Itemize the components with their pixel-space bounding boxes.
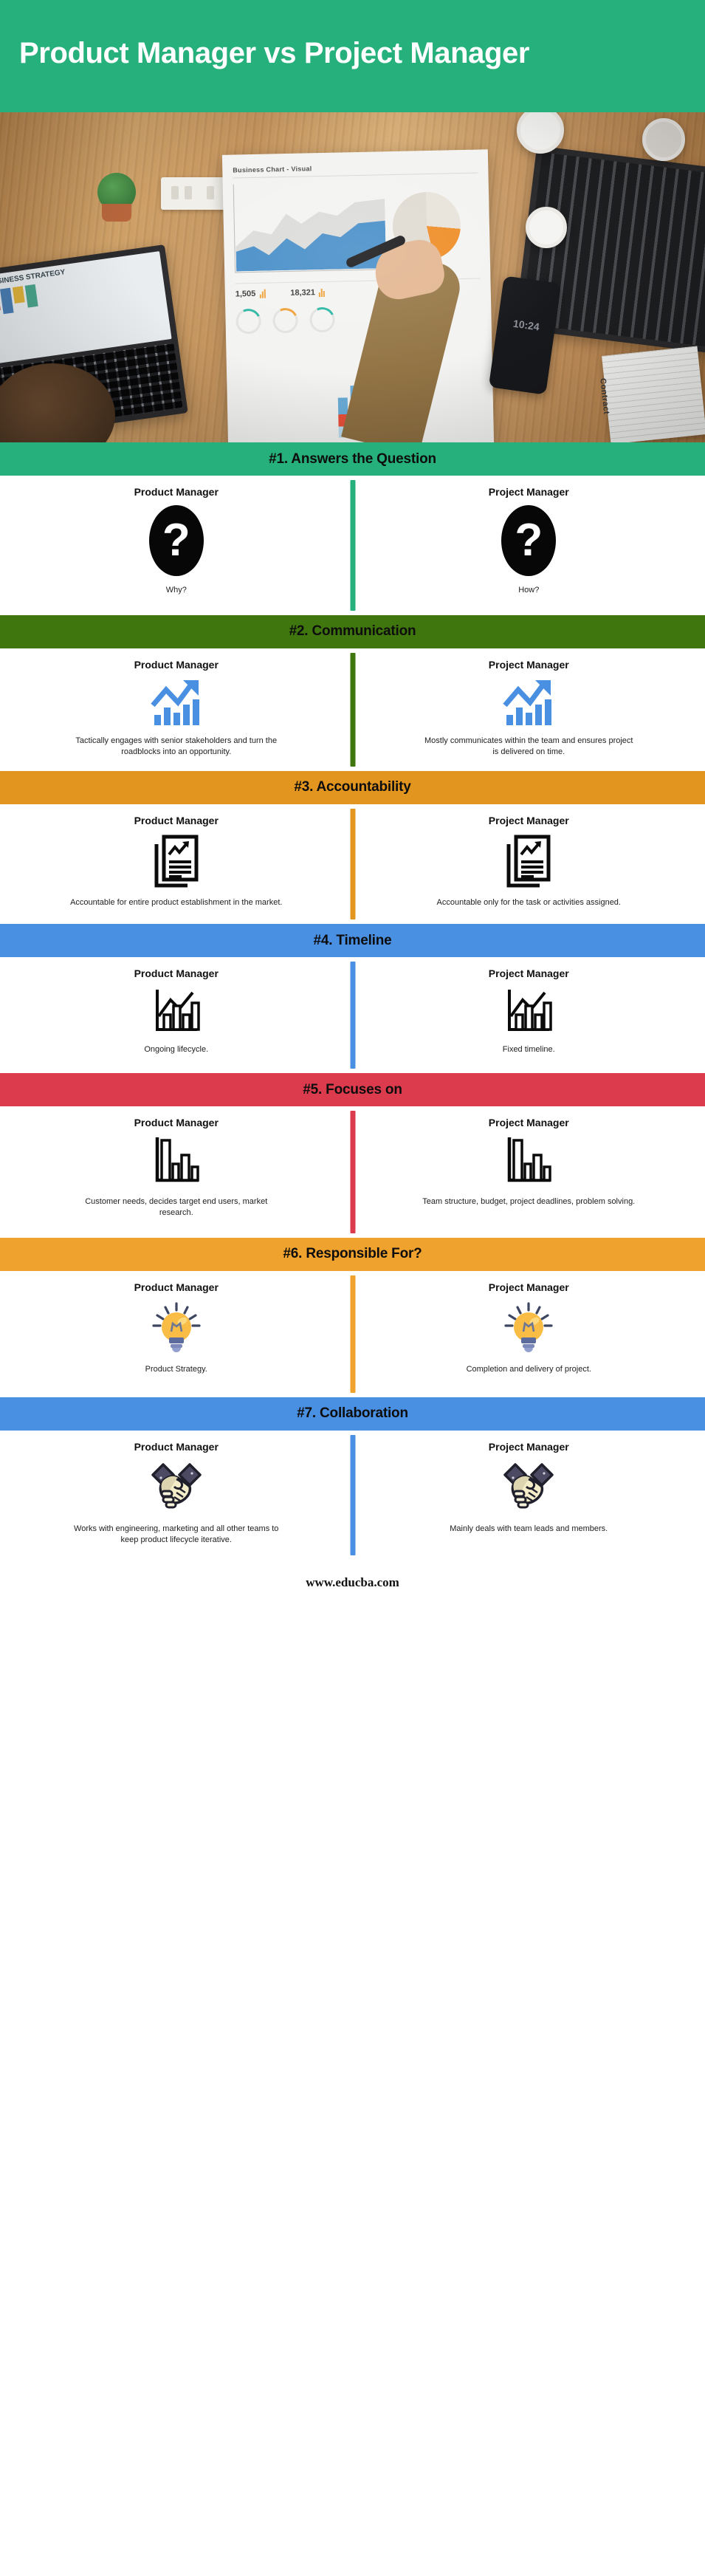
section-band-2: #2. Communication bbox=[0, 614, 705, 648]
description-project-4: Fixed timeline. bbox=[502, 1045, 555, 1055]
role-label-product-4: Product Manager bbox=[134, 967, 219, 980]
section-divider-4 bbox=[350, 962, 355, 1069]
site-url: www.educba.com bbox=[306, 1575, 399, 1590]
project-manager-column-2: Project Manager Mostly communicates with… bbox=[353, 659, 705, 758]
project-manager-column-1: Project Manager ? How? bbox=[353, 486, 705, 596]
bar-line-chart-icon bbox=[151, 987, 202, 1035]
report-document-icon bbox=[154, 834, 199, 888]
section-compare-1: Product Manager ? Why? Project Manager ?… bbox=[0, 476, 705, 615]
infographic-page: Product Manager vs Project Manager BUSIN… bbox=[0, 0, 705, 2576]
role-label-product-1: Product Manager bbox=[134, 486, 219, 498]
description-project-7: Mainly deals with team leads and members… bbox=[450, 1524, 608, 1533]
section-title-7: #7. Collaboration bbox=[297, 1405, 408, 1422]
project-manager-column-4: Project Manager Fixed timeline. bbox=[353, 967, 705, 1055]
section-title-6: #6. Responsible For? bbox=[283, 1246, 422, 1262]
section-compare-5: Product Manager Customer needs, decides … bbox=[0, 1106, 705, 1238]
section-title-1: #1. Answers the Question bbox=[269, 451, 436, 467]
description-project-6: Completion and delivery of project. bbox=[466, 1364, 591, 1374]
description-project-3: Accountable only for the task or activit… bbox=[436, 897, 621, 907]
section-compare-2: Product Manager Tactically engages with … bbox=[0, 648, 705, 771]
section-divider-2 bbox=[350, 652, 355, 767]
photo-vignette bbox=[0, 112, 705, 442]
bar-line-chart-icon bbox=[503, 987, 554, 1035]
description-project-5: Team structure, budget, project deadline… bbox=[422, 1197, 636, 1207]
question-mark-icon: ? bbox=[501, 505, 557, 576]
role-label-project-6: Project Manager bbox=[488, 1281, 569, 1293]
description-product-1: Why? bbox=[165, 586, 187, 595]
role-label-product-2: Product Manager bbox=[134, 658, 219, 671]
product-manager-column-4: Product Manager Ongoing lifecycle. bbox=[0, 967, 353, 1055]
role-label-product-7: Product Manager bbox=[134, 1440, 219, 1453]
footer: www.educba.com bbox=[0, 1560, 705, 1606]
section-compare-7: Product Manager Works with engineering, … bbox=[0, 1430, 705, 1561]
section-band-7: #7. Collaboration bbox=[0, 1397, 705, 1431]
report-document-icon bbox=[506, 834, 551, 888]
descending-bar-chart-icon bbox=[503, 1136, 554, 1188]
section-band-5: #5. Focuses on bbox=[0, 1073, 705, 1107]
section-band-1: #1. Answers the Question bbox=[0, 442, 705, 476]
description-product-5: Customer needs, decides target end users… bbox=[85, 1197, 268, 1218]
hero-photo: BUSINESS STRATEGY Business Chart - Visua… bbox=[0, 112, 705, 442]
section-compare-6: Product Manager Product Strategy. Projec… bbox=[0, 1270, 705, 1397]
project-manager-column-5: Project Manager Team structure, budget, … bbox=[353, 1117, 705, 1219]
descending-bar-chart-icon bbox=[151, 1136, 202, 1188]
description-product-3: Accountable for entire product establish… bbox=[70, 897, 283, 907]
description-project-2: Mostly communicates within the team and … bbox=[424, 736, 633, 756]
role-label-project-2: Project Manager bbox=[488, 658, 569, 671]
growth-arrow-chart-icon bbox=[150, 678, 203, 727]
description-product-4: Ongoing lifecycle. bbox=[144, 1045, 209, 1055]
section-title-3: #3. Accountability bbox=[294, 779, 411, 795]
role-label-project-3: Project Manager bbox=[488, 814, 569, 826]
description-product-6: Product Strategy. bbox=[145, 1364, 207, 1374]
section-compare-4: Product Manager Ongoing lifecycle. Proje… bbox=[0, 957, 705, 1074]
section-title-2: #2. Communication bbox=[289, 623, 416, 640]
role-label-project-1: Project Manager bbox=[488, 486, 569, 498]
description-product-7: Works with engineering, marketing and al… bbox=[74, 1524, 279, 1544]
product-manager-column-1: Product Manager ? Why? bbox=[0, 486, 353, 596]
lightbulb-icon bbox=[503, 1301, 554, 1355]
product-manager-column-7: Product Manager Works with engineering, … bbox=[0, 1441, 353, 1546]
growth-arrow-chart-icon bbox=[502, 678, 555, 727]
lightbulb-icon bbox=[151, 1301, 202, 1355]
section-band-3: #3. Accountability bbox=[0, 770, 705, 804]
product-manager-column-3: Product Manager Accountable for entire p… bbox=[0, 815, 353, 908]
section-divider-5 bbox=[350, 1111, 355, 1233]
page-title: Product Manager vs Project Manager bbox=[19, 37, 530, 70]
section-compare-3: Product Manager Accountable for entire p… bbox=[0, 804, 705, 925]
role-label-product-5: Product Manager bbox=[134, 1117, 219, 1129]
role-label-project-5: Project Manager bbox=[488, 1117, 569, 1129]
description-project-1: How? bbox=[518, 586, 540, 595]
role-label-product-3: Product Manager bbox=[134, 814, 219, 826]
product-manager-column-6: Product Manager Product Strategy. bbox=[0, 1281, 353, 1375]
role-label-project-4: Project Manager bbox=[488, 967, 569, 980]
title-banner: Product Manager vs Project Manager bbox=[0, 0, 705, 112]
project-manager-column-3: Project Manager Accountable only for the… bbox=[353, 815, 705, 908]
question-mark-icon: ? bbox=[148, 505, 204, 576]
section-title-5: #5. Focuses on bbox=[303, 1081, 402, 1097]
section-divider-6 bbox=[350, 1275, 355, 1393]
role-label-product-6: Product Manager bbox=[134, 1281, 219, 1293]
section-band-6: #6. Responsible For? bbox=[0, 1237, 705, 1271]
project-manager-column-6: Project Manager Completion and delivery … bbox=[353, 1281, 705, 1375]
product-manager-column-5: Product Manager Customer needs, decides … bbox=[0, 1117, 353, 1219]
section-band-4: #4. Timeline bbox=[0, 924, 705, 958]
project-manager-column-7: Project Manager Mainly deals with team l… bbox=[353, 1441, 705, 1546]
section-divider-1 bbox=[350, 480, 355, 611]
role-label-project-7: Project Manager bbox=[488, 1440, 569, 1453]
handshake-icon bbox=[148, 1460, 204, 1515]
product-manager-column-2: Product Manager Tactically engages with … bbox=[0, 659, 353, 758]
handshake-icon bbox=[501, 1460, 557, 1515]
section-divider-3 bbox=[350, 808, 355, 920]
description-product-2: Tactically engages with senior stakehold… bbox=[75, 736, 278, 756]
section-title-4: #4. Timeline bbox=[313, 932, 392, 948]
section-divider-7 bbox=[350, 1434, 355, 1556]
